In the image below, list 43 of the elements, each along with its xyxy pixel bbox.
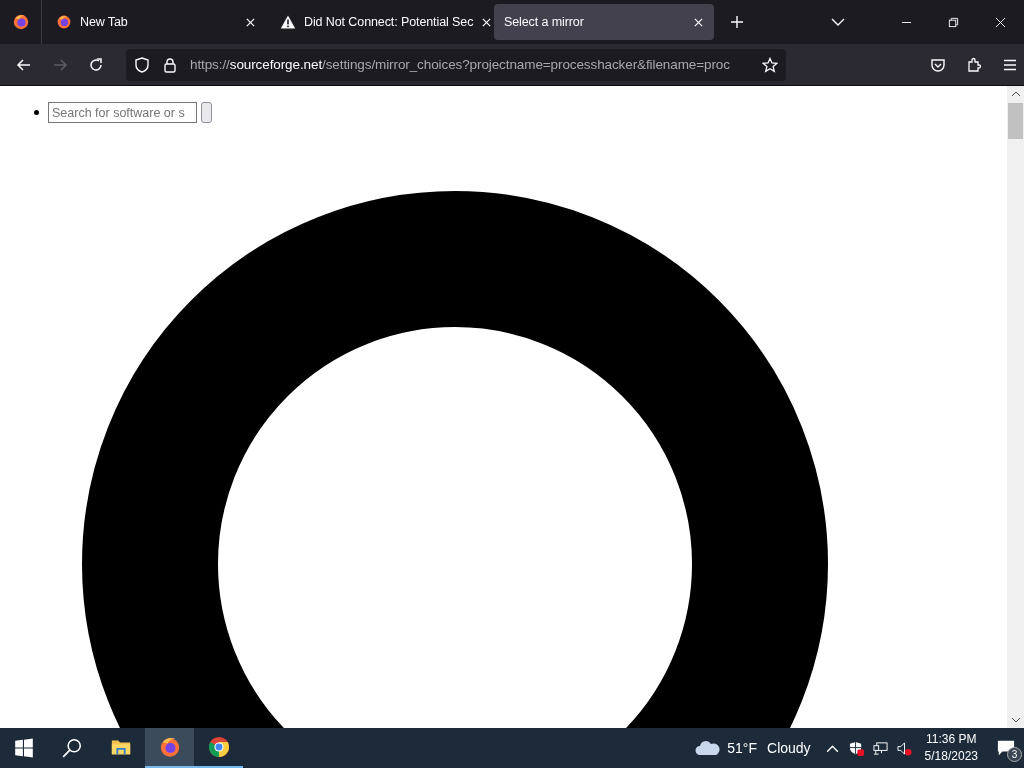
address-bar[interactable]: https://sourceforge.net/settings/mirror_choices?projectname=processhacker&filename=proc: [126, 48, 786, 81]
chevron-down-icon[interactable]: [831, 17, 845, 27]
speaker-muted-icon[interactable]: [896, 740, 912, 756]
shield-icon[interactable]: [134, 56, 150, 73]
scrollbar-thumb[interactable]: [1008, 103, 1023, 139]
weather-condition-text[interactable]: Cloudy: [767, 740, 811, 756]
browser-tab[interactable]: New Tab: [46, 4, 266, 40]
browser-tab[interactable]: Select a mirror: [494, 4, 714, 40]
search-button[interactable]: [201, 102, 212, 123]
clock[interactable]: 11:36 PM 5/18/2023: [924, 731, 978, 765]
lock-icon[interactable]: [162, 56, 178, 73]
search-field[interactable]: Search for software or s: [48, 102, 197, 123]
firefox-icon: [56, 14, 72, 30]
cloud-icon[interactable]: [695, 740, 722, 756]
close-icon[interactable]: [481, 16, 493, 28]
pocket-icon[interactable]: [930, 56, 946, 73]
close-icon[interactable]: [693, 16, 704, 28]
back-icon[interactable]: [16, 56, 32, 73]
temperature-text[interactable]: 51°F: [727, 740, 757, 756]
close-icon[interactable]: [245, 16, 256, 28]
shield-icon[interactable]: [848, 740, 864, 756]
chrome-icon: [207, 736, 230, 758]
browser-tab[interactable]: Did Not Connect: Potential Sec: [270, 4, 490, 40]
date-text: 5/18/2023: [924, 748, 978, 765]
reload-icon[interactable]: [88, 56, 104, 73]
firefox-icon: [158, 736, 181, 758]
new-tab-icon[interactable]: [730, 15, 744, 29]
list-bullet: [34, 110, 39, 115]
puzzle-icon[interactable]: [966, 56, 982, 73]
network-icon[interactable]: [872, 740, 888, 756]
star-icon[interactable]: [762, 56, 778, 73]
notification-count-badge: 3: [1007, 747, 1022, 762]
scroll-down-icon[interactable]: [1010, 717, 1021, 723]
scroll-up-icon[interactable]: [1010, 91, 1021, 97]
scrollbar[interactable]: [1007, 86, 1024, 728]
warning-icon: [280, 14, 296, 30]
restore-icon[interactable]: [948, 16, 959, 28]
time-text: 11:36 PM: [926, 731, 977, 748]
windows-start-icon[interactable]: [13, 737, 35, 759]
firefox-icon: [11, 13, 30, 31]
close-icon[interactable]: [995, 16, 1006, 28]
search-icon[interactable]: [61, 737, 83, 759]
url-text: https://sourceforge.net/settings/mirror_choices?projectname=processhacker&filename=proc: [190, 57, 731, 72]
